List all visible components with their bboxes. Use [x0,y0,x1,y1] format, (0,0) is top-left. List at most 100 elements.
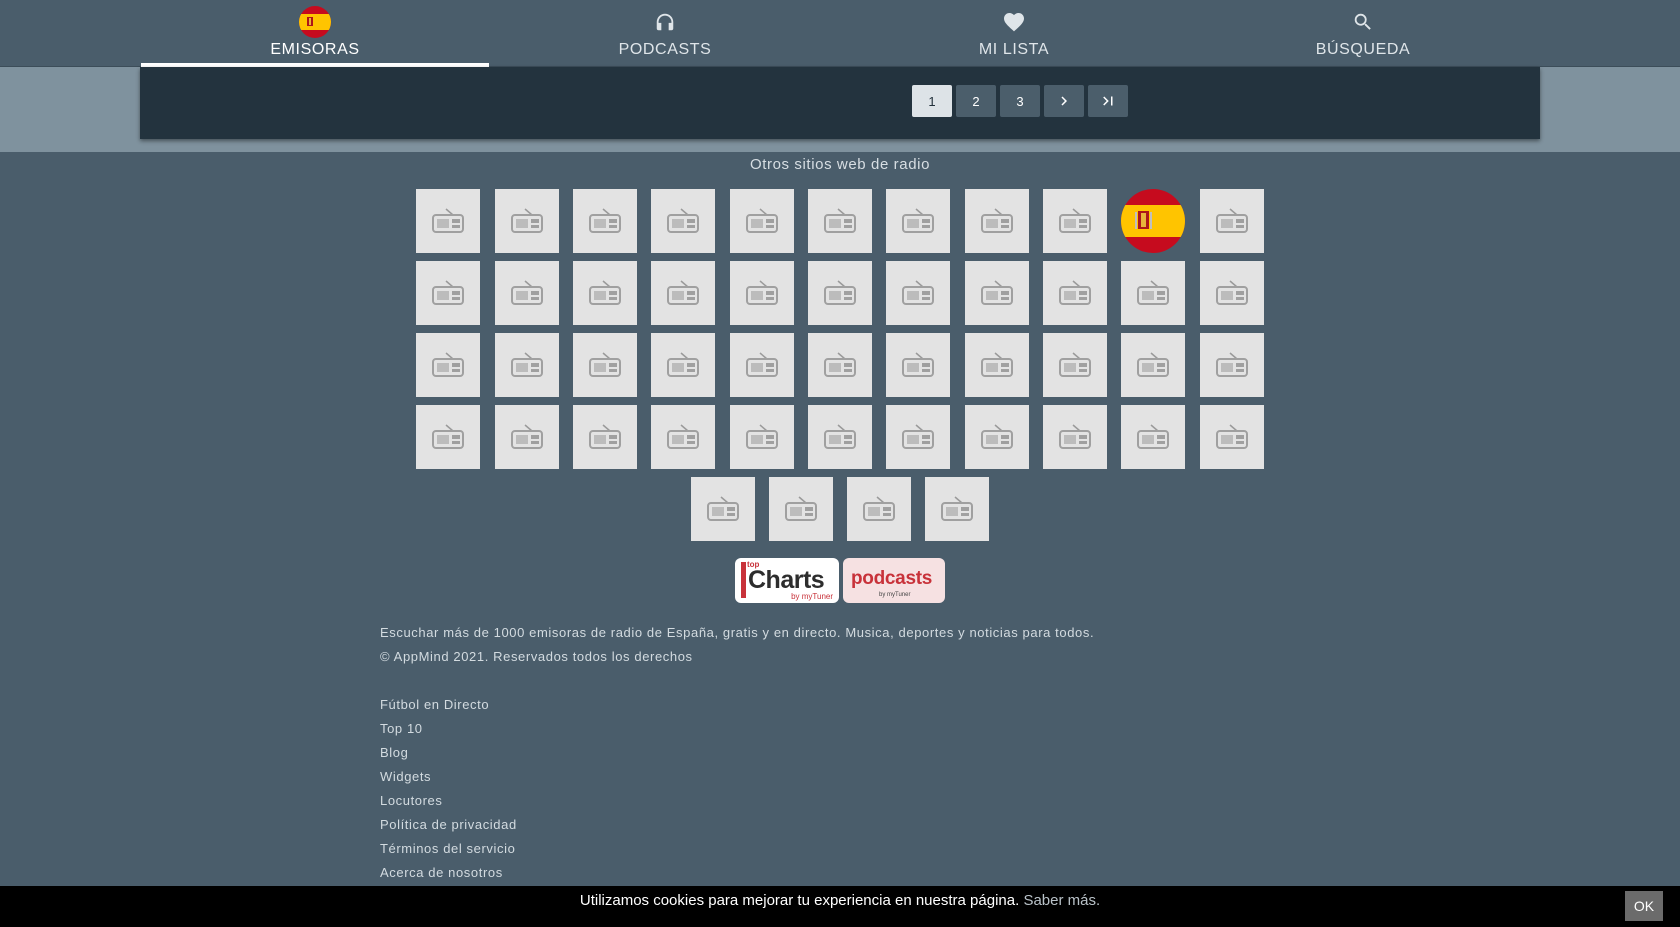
top-charts-badge[interactable]: top Charts by myTuner [735,558,839,603]
podcasts-main-text: podcasts [851,568,933,589]
radio-site-tile[interactable] [886,405,950,469]
radio-site-tile[interactable] [1043,189,1107,253]
tab-label: BÚSQUEDA [1315,41,1411,58]
footer-link-futbol[interactable]: Fútbol en Directo [380,697,489,712]
radio-icon [862,495,896,523]
radio-site-tile[interactable] [495,261,559,325]
radio-icon [588,351,622,379]
radio-site-tile[interactable] [416,261,480,325]
radio-site-tile[interactable] [416,189,480,253]
radio-icon [1058,423,1092,451]
radio-icon [745,423,779,451]
radio-icon [980,279,1014,307]
radio-site-tile[interactable] [808,189,872,253]
radio-site-tile[interactable] [495,405,559,469]
radio-icon [745,351,779,379]
search-icon [1347,6,1379,38]
radio-icon [745,279,779,307]
next-page-button[interactable] [1044,85,1084,117]
radio-icon [666,351,700,379]
last-page-button[interactable] [1088,85,1128,117]
radio-site-tile[interactable] [495,333,559,397]
podcasts-badge[interactable]: podcasts by myTuner [843,558,945,603]
radio-site-tile[interactable] [769,477,833,541]
footer-link-terms[interactable]: Términos del servicio [380,841,515,856]
footer-link-top10[interactable]: Top 10 [380,721,423,736]
footer-copyright: © AppMind 2021. Reservados todos los der… [380,649,693,664]
footer-link-about[interactable]: Acerca de nosotros [380,865,503,880]
pagination: 1 2 3 [140,67,1540,139]
radio-site-tile[interactable] [1200,405,1264,469]
tab-emisoras[interactable]: EMISORAS [141,0,489,67]
headphones-icon [649,6,681,38]
radio-site-tile[interactable] [965,189,1029,253]
radio-site-tile[interactable] [1043,405,1107,469]
radio-icon [784,495,818,523]
page-button-1[interactable]: 1 [912,85,952,117]
radio-icon [1215,279,1249,307]
radio-icon [431,351,465,379]
page-button-3[interactable]: 3 [1000,85,1040,117]
radio-site-tile[interactable] [886,189,950,253]
radio-site-tile[interactable] [1121,261,1185,325]
tab-podcasts[interactable]: PODCASTS [491,0,839,67]
cookie-ok-button[interactable]: OK [1625,891,1663,921]
footer-link-widgets[interactable]: Widgets [380,769,431,784]
radio-site-tile[interactable] [808,333,872,397]
footer-link-locutores[interactable]: Locutores [380,793,443,808]
radio-site-tile[interactable] [808,405,872,469]
footer-description: Escuchar más de 1000 emisoras de radio d… [380,625,1095,640]
tab-busqueda[interactable]: BÚSQUEDA [1189,0,1537,67]
cookie-learn-more-link[interactable]: Saber más. [1023,892,1100,909]
radio-site-tile[interactable] [1121,405,1185,469]
cookie-message: Utilizamos cookies para mejorar tu exper… [0,886,1680,927]
radio-site-tile[interactable] [886,333,950,397]
page-button-2[interactable]: 2 [956,85,996,117]
radio-site-tile[interactable] [730,261,794,325]
footer-link-blog[interactable]: Blog [380,745,408,760]
radio-site-tile[interactable] [730,189,794,253]
radio-site-tile[interactable] [847,477,911,541]
radio-site-tile[interactable] [651,333,715,397]
radio-site-tile[interactable] [1200,189,1264,253]
radio-site-tile[interactable] [416,333,480,397]
radio-icon [706,495,740,523]
radio-site-tile[interactable] [573,333,637,397]
radio-site-spain[interactable] [1121,189,1185,253]
radio-site-tile[interactable] [1043,333,1107,397]
spain-flag-icon [299,6,331,38]
radio-site-tile[interactable] [651,189,715,253]
radio-icon [666,423,700,451]
radio-site-tile[interactable] [573,261,637,325]
radio-site-tile[interactable] [925,477,989,541]
radio-site-tile[interactable] [1200,261,1264,325]
radio-site-tile[interactable] [573,189,637,253]
radio-site-tile[interactable] [1200,333,1264,397]
radio-icon [823,423,857,451]
radio-site-tile[interactable] [651,261,715,325]
radio-site-tile[interactable] [886,261,950,325]
footer-link-privacy[interactable]: Política de privacidad [380,817,517,832]
radio-site-tile[interactable] [416,405,480,469]
pagination-band: 1 2 3 [0,67,1680,152]
radio-site-tile[interactable] [730,333,794,397]
radio-site-tile[interactable] [808,261,872,325]
radio-site-tile[interactable] [651,405,715,469]
radio-icon [588,423,622,451]
radio-site-tile[interactable] [1043,261,1107,325]
radio-site-tile[interactable] [965,333,1029,397]
radio-site-tile[interactable] [965,261,1029,325]
radio-icon [745,207,779,235]
radio-site-tile[interactable] [965,405,1029,469]
charts-main-text: Charts [748,566,825,594]
podcasts-by-text: by myTuner [879,592,911,598]
radio-site-tile[interactable] [573,405,637,469]
radio-site-tile[interactable] [730,405,794,469]
radio-icon [1215,351,1249,379]
radio-site-tile[interactable] [495,189,559,253]
radio-site-tile[interactable] [691,477,755,541]
radio-icon [510,351,544,379]
tab-mi-lista[interactable]: MI LISTA [840,0,1188,67]
charts-by-text: by myTuner [791,592,833,601]
radio-site-tile[interactable] [1121,333,1185,397]
